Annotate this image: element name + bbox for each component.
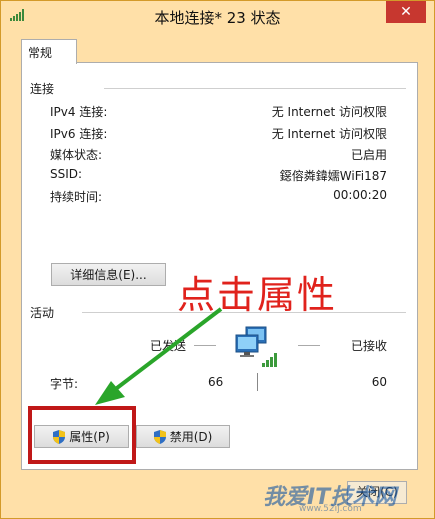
disable-button[interactable]: 禁用(D)	[136, 425, 230, 448]
connection-divider	[104, 88, 406, 89]
ssid-label: SSID:	[50, 167, 83, 181]
ipv6-value: 无 Internet 访问权限	[271, 127, 387, 141]
received-label: 已接收	[350, 339, 387, 353]
bytes-received-value: 60	[371, 375, 387, 389]
window-title: 本地连接* 23 状态	[154, 9, 281, 27]
ipv4-value: 无 Internet 访问权限	[271, 105, 387, 119]
ssid-value: 鐚傛粦鍏嬬WiFi187	[279, 169, 387, 183]
uac-shield-icon	[153, 429, 166, 444]
watermark-url: www.52ij.com	[299, 504, 362, 514]
close-icon: ✕	[400, 4, 412, 20]
tab-strip: 常规	[9, 37, 427, 64]
annotation-arrow-icon	[95, 307, 223, 405]
bytes-label: 字节:	[50, 377, 79, 391]
details-button[interactable]: 详细信息(E)...	[51, 263, 166, 286]
bytes-separator	[257, 373, 258, 391]
connection-section-title: 连接	[30, 82, 55, 96]
media-state-label: 媒体状态:	[50, 148, 103, 162]
tab-general[interactable]: 常规	[21, 39, 77, 64]
network-computers-icon	[235, 326, 277, 367]
status-dialog: 本地连接* 23 状态 ✕ 常规 连接 IPv4 连接: 无 Internet …	[0, 0, 435, 519]
ipv4-label: IPv4 连接:	[50, 105, 108, 119]
duration-value: 00:00:20	[333, 188, 387, 202]
close-window-button[interactable]: ✕	[386, 1, 426, 23]
annotation-highlight-box	[28, 406, 136, 464]
title-bar[interactable]: 本地连接* 23 状态 ✕	[1, 1, 434, 31]
media-state-value: 已启用	[350, 148, 387, 162]
disable-button-label: 禁用(D)	[169, 430, 213, 444]
received-line	[298, 345, 320, 346]
activity-section-title: 活动	[30, 306, 55, 320]
ipv6-label: IPv6 连接:	[50, 127, 108, 141]
duration-label: 持续时间:	[50, 190, 103, 204]
